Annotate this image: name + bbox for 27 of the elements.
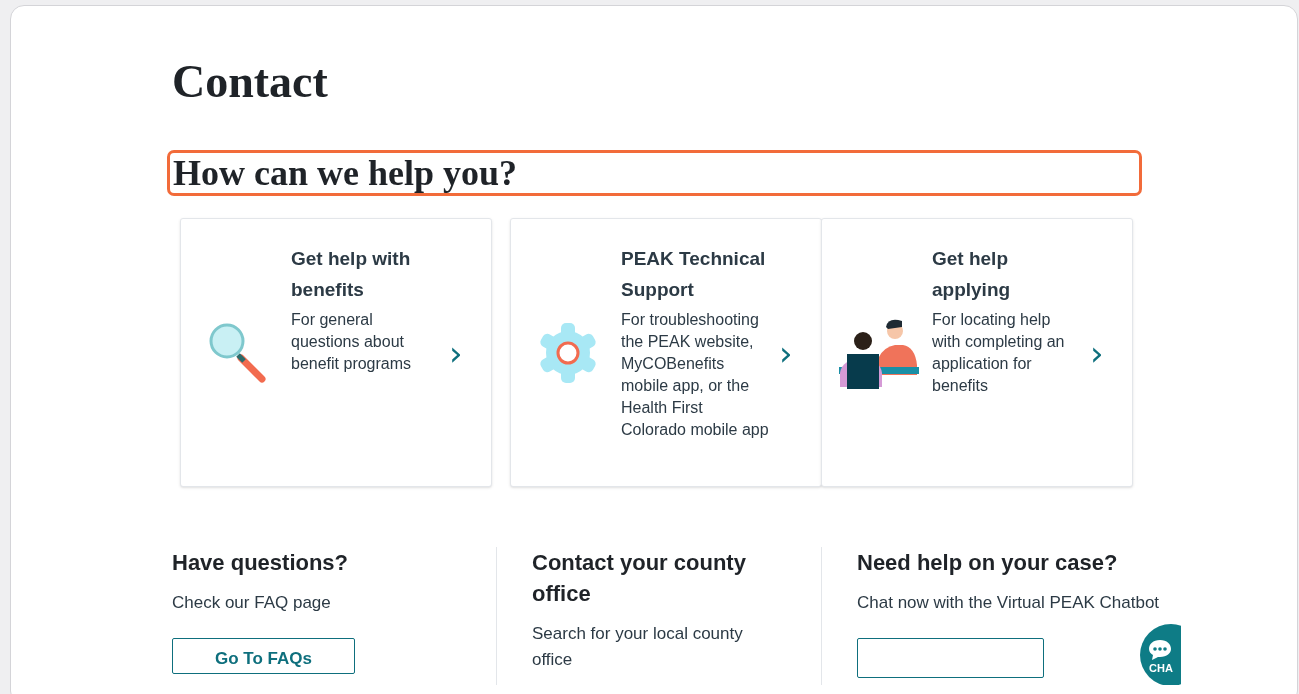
page-title: Contact <box>172 56 329 108</box>
help-card[interactable]: Get help with benefits For general questions about benefit programs › <box>180 218 492 487</box>
chevron-icon: › <box>779 335 793 370</box>
faq-button[interactable]: Go To FAQs <box>172 638 355 674</box>
chevron-icon: › <box>1090 335 1104 370</box>
gear-icon <box>538 321 598 384</box>
section-heading: How can we help you? <box>173 153 518 193</box>
chevron-icon: › <box>449 335 463 370</box>
section-title: Need help on your case? <box>857 549 1119 577</box>
card-description: For troubleshooting the PEAK website, MyCOBenefits mobile app, or the Health First Colorado mobile app <box>621 310 769 440</box>
section-title: Have questions? <box>172 549 350 577</box>
card-title: Get help with benefits <box>291 247 412 302</box>
magnifier-icon <box>208 321 268 384</box>
card-description: For locating help with completing an application for benefits <box>932 310 1066 396</box>
section-text: Chat now with the Virtual PEAK Chatbot <box>857 592 1161 614</box>
chat-button[interactable]: CHA <box>1140 624 1181 685</box>
section-text: Search for your local county office <box>532 623 744 671</box>
section-text: Check our FAQ page <box>172 592 332 614</box>
speech-bubble-icon <box>1148 639 1172 661</box>
section-title: Contact your county office <box>532 549 747 608</box>
chat-label: CHA <box>1148 661 1173 675</box>
outline-button[interactable] <box>857 638 1044 678</box>
card-title: PEAK Technical Support <box>621 247 767 302</box>
card-description: For general questions about benefit programs <box>291 310 413 374</box>
help-card[interactable]: PEAK Technical Support For troubleshooting the PEAK website, MyCOBenefits mobile app, or the Health First Colorado mobile app › <box>510 218 822 487</box>
card-title: Get help applying <box>932 247 1012 302</box>
help-card[interactable]: Get help applying For locating help with completing an application for benefits › <box>821 218 1133 487</box>
